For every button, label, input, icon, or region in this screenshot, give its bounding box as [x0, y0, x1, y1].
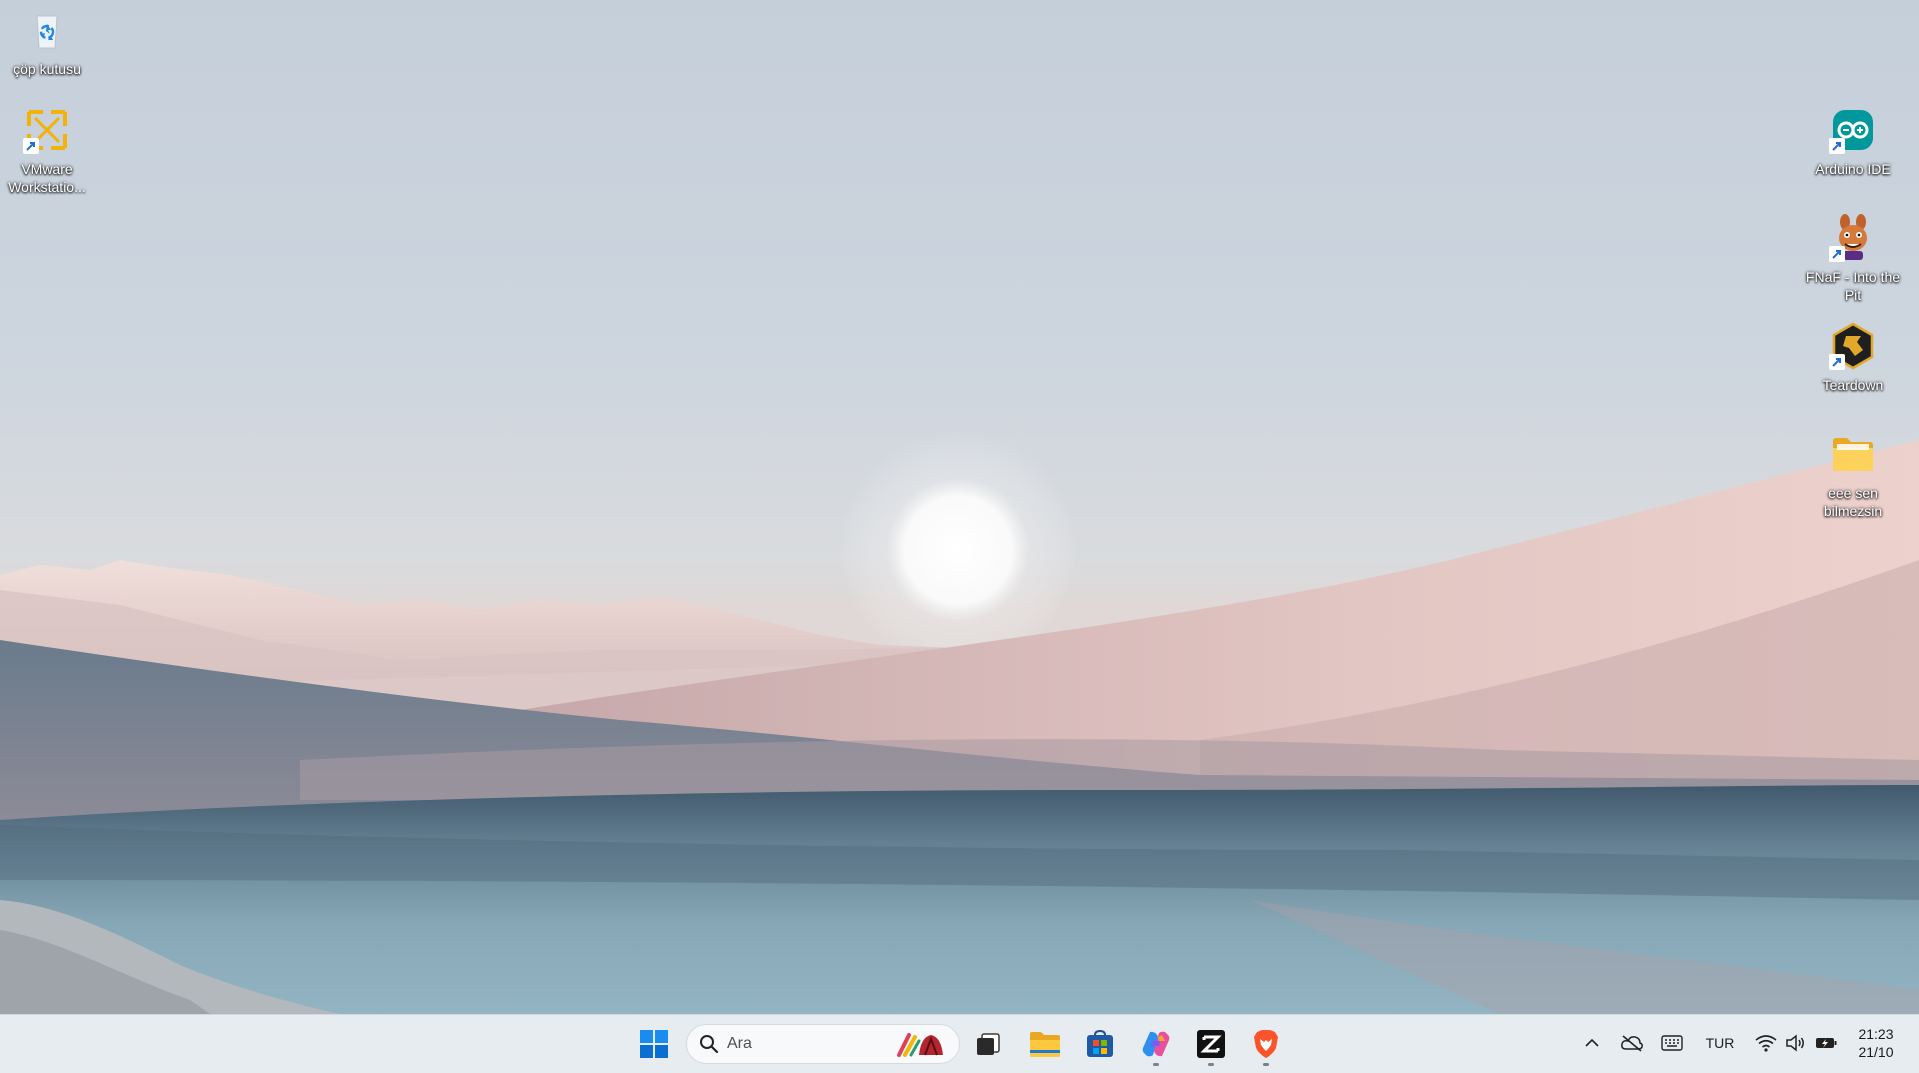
clock-date: 21/10	[1858, 1044, 1894, 1060]
battery-button[interactable]	[1814, 1031, 1838, 1055]
desktop-icon-teardown[interactable]: Teardown	[1805, 320, 1901, 394]
show-hidden-icons-button[interactable]	[1582, 1031, 1602, 1055]
shortcut-arrow-icon	[23, 138, 39, 154]
taskbar: Ara TUR 21:23 21/10	[0, 1014, 1919, 1073]
search-highlight-graphic-icon	[897, 1033, 943, 1057]
keyboard-icon	[1661, 1035, 1683, 1051]
search-icon	[700, 1035, 719, 1054]
zed-button[interactable]	[1187, 1020, 1235, 1068]
windows-logo-icon	[640, 1030, 668, 1058]
desktop-icon-label: çöp kutusu	[13, 61, 81, 77]
chevron-up-icon	[1585, 1038, 1599, 1047]
recycle-bin-icon	[21, 4, 73, 56]
taskbar-clock[interactable]: 21:23 21/10	[1843, 1025, 1909, 1061]
wifi-status-button[interactable]	[1754, 1031, 1778, 1055]
running-indicator	[1208, 1063, 1214, 1066]
desktop-icon-vmware[interactable]: VMware Workstatio...	[0, 104, 95, 196]
input-language-button[interactable]: TUR	[1700, 1031, 1740, 1055]
start-button[interactable]	[630, 1020, 678, 1068]
speaker-icon	[1786, 1034, 1804, 1052]
arduino-icon	[1827, 104, 1879, 156]
wifi-icon	[1755, 1035, 1777, 1052]
copilot-button[interactable]	[1132, 1020, 1180, 1068]
shortcut-arrow-icon	[1829, 138, 1845, 154]
battery-charging-icon	[1816, 1038, 1837, 1048]
microsoft-store-button[interactable]	[1076, 1020, 1124, 1068]
fnaf-icon	[1827, 212, 1879, 264]
task-view-icon	[977, 1033, 1000, 1055]
cloud-offline-icon	[1621, 1035, 1643, 1052]
desktop-icon-label: eee sen bilmezsin	[1823, 485, 1883, 519]
shortcut-arrow-icon	[1829, 246, 1845, 262]
desktop-icon-label: VMware Workstatio...	[8, 161, 86, 195]
vmware-icon	[21, 104, 73, 156]
desktop-icon-recycle-bin[interactable]: çöp kutusu	[0, 4, 95, 78]
clock-time: 21:23	[1858, 1026, 1894, 1042]
brave-browser-button[interactable]	[1242, 1020, 1290, 1068]
running-indicator	[1263, 1063, 1269, 1066]
desktop-icon-fnaf[interactable]: FNaF - Into the Pit	[1805, 212, 1901, 304]
desktop-icon-label: Teardown	[1822, 377, 1884, 393]
folder-icon	[1030, 1032, 1060, 1057]
brave-lion-icon	[1254, 1030, 1278, 1058]
shortcut-arrow-icon	[1829, 354, 1845, 370]
folder-icon	[1827, 428, 1879, 480]
zed-icon	[1197, 1030, 1225, 1058]
copilot-icon	[1142, 1031, 1170, 1057]
desert-lake-wallpaper	[0, 430, 1919, 1014]
running-indicator	[1153, 1063, 1159, 1066]
desktop-icon-label: FNaF - Into the Pit	[1805, 269, 1901, 303]
teardown-icon	[1827, 320, 1879, 372]
volume-button[interactable]	[1784, 1031, 1808, 1055]
desktop-icon-label: Arduino IDE	[1815, 161, 1891, 177]
file-explorer-button[interactable]	[1021, 1020, 1069, 1068]
desktop-icon-folder-eee-sen-bilmezsin[interactable]: eee sen bilmezsin	[1805, 428, 1901, 520]
desktop-icon-arduino-ide[interactable]: Arduino IDE	[1805, 104, 1901, 178]
search-placeholder: Ara	[727, 1035, 752, 1052]
onedrive-status-button[interactable]	[1620, 1031, 1644, 1055]
desktop[interactable]: çöp kutusu VMware Workstatio... Arduino …	[0, 0, 1919, 1014]
taskbar-search-box[interactable]: Ara	[686, 1024, 960, 1064]
touch-keyboard-button[interactable]	[1660, 1031, 1684, 1055]
task-view-button[interactable]	[964, 1020, 1012, 1068]
store-icon	[1087, 1029, 1113, 1057]
